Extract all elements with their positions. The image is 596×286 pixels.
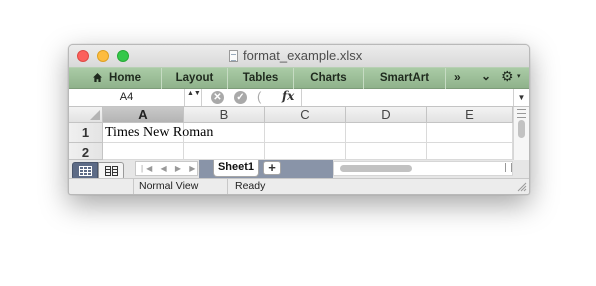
window-title: format_example.xlsx bbox=[243, 48, 363, 63]
column-header-a[interactable]: A bbox=[103, 107, 184, 123]
title-bar: format_example.xlsx bbox=[69, 45, 529, 67]
insert-function-icon[interactable]: fx bbox=[282, 89, 294, 103]
page-layout-grid-icon bbox=[105, 166, 118, 176]
cell-b1[interactable] bbox=[184, 123, 265, 143]
sheet-bar: |◀ ◀ ▶ ▶| Sheet1 + bbox=[69, 160, 529, 180]
vertical-scroll-thumb[interactable] bbox=[518, 120, 525, 138]
tab-home[interactable]: Home bbox=[69, 68, 162, 89]
gear-caret-icon[interactable]: ▾ bbox=[517, 72, 521, 80]
column-header-c[interactable]: C bbox=[265, 107, 346, 123]
column-header-b[interactable]: B bbox=[184, 107, 265, 123]
paren-icon: ( bbox=[257, 89, 262, 104]
formula-bar-divider-2 bbox=[301, 89, 302, 106]
resize-grip-icon[interactable] bbox=[517, 182, 527, 192]
collapse-ribbon-chevron-icon[interactable]: ⌄ bbox=[481, 69, 491, 83]
close-window-button[interactable] bbox=[77, 50, 89, 62]
formula-bar-expand-icon[interactable]: ▼ bbox=[513, 89, 529, 106]
accept-entry-icon[interactable]: ✓ bbox=[234, 91, 247, 104]
status-bar: Normal View Ready bbox=[69, 178, 529, 194]
ribbon-tabs: Home Layout Tables Charts SmartArt » ⌄ ⚙… bbox=[69, 67, 529, 89]
cell-c1[interactable] bbox=[265, 123, 346, 143]
tab-charts[interactable]: Charts bbox=[294, 68, 364, 89]
row-header-2[interactable]: 2 bbox=[69, 143, 103, 160]
spreadsheet-grid: A B C D E 1 2 Times New Roman bbox=[69, 107, 529, 160]
column-header-d[interactable]: D bbox=[346, 107, 427, 123]
cell-a1[interactable]: Times New Roman bbox=[103, 123, 213, 143]
tab-tables[interactable]: Tables bbox=[228, 68, 294, 89]
name-box[interactable]: A4 bbox=[69, 89, 185, 106]
cell-b2[interactable] bbox=[184, 143, 265, 160]
home-icon bbox=[93, 73, 102, 82]
cell-e1[interactable] bbox=[427, 123, 513, 143]
normal-view-grid-icon bbox=[79, 166, 92, 176]
minimize-window-button[interactable] bbox=[97, 50, 109, 62]
status-text: Ready bbox=[235, 180, 266, 192]
name-box-stepper-icon[interactable]: ▲▼ bbox=[187, 90, 201, 104]
gear-icon[interactable]: ⚙ bbox=[501, 68, 514, 85]
tab-home-label: Home bbox=[109, 72, 141, 84]
cell-d1[interactable] bbox=[346, 123, 427, 143]
cancel-entry-icon[interactable]: ✕ bbox=[211, 91, 224, 104]
row-header-1[interactable]: 1 bbox=[69, 123, 103, 143]
formula-bar-divider bbox=[201, 89, 202, 106]
select-all-triangle-icon bbox=[90, 110, 100, 120]
horizontal-scrollbar[interactable] bbox=[333, 161, 513, 176]
add-sheet-button[interactable]: + bbox=[263, 161, 281, 175]
more-tabs-chevron-icon[interactable]: » bbox=[454, 70, 461, 84]
formula-bar: A4 ▲▼ ✕ ✓ ( fx ▼ bbox=[69, 89, 529, 107]
column-header-e[interactable]: E bbox=[427, 107, 513, 123]
cell-c2[interactable] bbox=[265, 143, 346, 160]
horizontal-scroll-thumb[interactable] bbox=[340, 165, 412, 172]
tab-smartart[interactable]: SmartArt bbox=[364, 68, 446, 89]
status-view-mode: Normal View bbox=[133, 179, 228, 194]
tab-layout[interactable]: Layout bbox=[162, 68, 228, 89]
cell-a2[interactable] bbox=[103, 143, 184, 160]
select-all-corner[interactable] bbox=[69, 107, 103, 123]
sheet-navigation-arrows[interactable]: |◀ ◀ ▶ ▶| bbox=[135, 161, 200, 176]
cell-e2[interactable] bbox=[427, 143, 513, 160]
formula-input[interactable] bbox=[305, 89, 511, 106]
document-icon bbox=[229, 50, 238, 62]
sheet-tab-sheet1[interactable]: Sheet1 bbox=[213, 160, 259, 177]
cell-d2[interactable] bbox=[346, 143, 427, 160]
vertical-scrollbar[interactable] bbox=[513, 107, 529, 160]
horizontal-split-handle-icon[interactable] bbox=[505, 163, 512, 172]
excel-window: format_example.xlsx Home Layout Tables C… bbox=[68, 44, 530, 195]
zoom-window-button[interactable] bbox=[117, 50, 129, 62]
split-handle-icon[interactable] bbox=[517, 109, 526, 118]
